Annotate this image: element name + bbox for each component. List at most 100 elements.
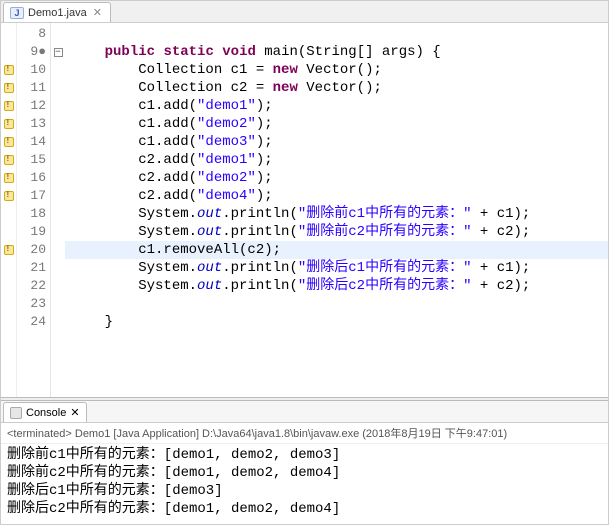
warning-icon[interactable] — [4, 137, 14, 147]
editor-tab-label: Demo1.java — [28, 7, 87, 19]
line-number: 22 — [17, 277, 50, 295]
code-line[interactable] — [65, 25, 608, 43]
line-number: 17 — [17, 187, 50, 205]
editor-tab-bar: J Demo1.java ✕ — [1, 1, 608, 23]
code-editor[interactable]: 89●101112131415161718192021222324 − publ… — [1, 23, 608, 397]
console-output[interactable]: 删除前c1中所有的元素：[demo1, demo2, demo3]删除前c2中所… — [1, 444, 608, 524]
code-line[interactable]: Collection c2 = new Vector(); — [65, 79, 608, 97]
console-process-info: <terminated> Demo1 [Java Application] D:… — [1, 423, 608, 444]
warning-icon[interactable] — [4, 83, 14, 93]
console-tab-label: Console — [26, 407, 66, 419]
console-line: 删除后c1中所有的元素：[demo3] — [7, 482, 602, 500]
fold-slot — [51, 169, 65, 187]
console-line: 删除前c1中所有的元素：[demo1, demo2, demo3] — [7, 446, 602, 464]
console-panel: Console ✕ <terminated> Demo1 [Java Appli… — [1, 401, 608, 524]
code-line[interactable]: System.out.println("删除后c2中所有的元素：" + c2); — [65, 277, 608, 295]
line-number: 23 — [17, 295, 50, 313]
marker-slot — [1, 97, 16, 115]
fold-slot — [51, 205, 65, 223]
code-line[interactable]: c2.add("demo4"); — [65, 187, 608, 205]
console-tab[interactable]: Console ✕ — [3, 402, 87, 422]
close-icon[interactable]: ✕ — [91, 6, 104, 19]
console-line: 删除前c2中所有的元素：[demo1, demo2, demo4] — [7, 464, 602, 482]
warning-icon[interactable] — [4, 65, 14, 75]
marker-slot — [1, 25, 16, 43]
marker-slot — [1, 151, 16, 169]
code-line[interactable]: System.out.println("删除前c1中所有的元素：" + c1); — [65, 205, 608, 223]
marker-slot — [1, 259, 16, 277]
fold-slot — [51, 187, 65, 205]
line-number: 20 — [17, 241, 50, 259]
fold-slot — [51, 223, 65, 241]
fold-slot — [51, 313, 65, 331]
editor-tab-demo1[interactable]: J Demo1.java ✕ — [3, 2, 111, 22]
code-line[interactable] — [65, 295, 608, 313]
code-line[interactable]: public static void main(String[] args) { — [65, 43, 608, 61]
line-number: 13 — [17, 115, 50, 133]
line-number: 15 — [17, 151, 50, 169]
line-number: 9● — [17, 43, 50, 61]
console-line: 删除后c2中所有的元素：[demo1, demo2, demo4] — [7, 500, 602, 518]
marker-slot — [1, 277, 16, 295]
marker-slot — [1, 79, 16, 97]
code-line[interactable]: c1.removeAll(c2); — [65, 241, 608, 259]
line-number: 14 — [17, 133, 50, 151]
line-number: 8 — [17, 25, 50, 43]
console-tab-bar: Console ✕ — [1, 401, 608, 423]
fold-slot — [51, 151, 65, 169]
fold-slot — [51, 259, 65, 277]
marker-slot — [1, 133, 16, 151]
marker-slot — [1, 187, 16, 205]
fold-slot — [51, 79, 65, 97]
code-line[interactable]: c2.add("demo2"); — [65, 169, 608, 187]
fold-slot — [51, 133, 65, 151]
warning-icon[interactable] — [4, 119, 14, 129]
code-line[interactable]: c1.add("demo2"); — [65, 115, 608, 133]
line-number: 16 — [17, 169, 50, 187]
code-area[interactable]: public static void main(String[] args) {… — [65, 23, 608, 397]
marker-slot — [1, 115, 16, 133]
fold-slot — [51, 97, 65, 115]
marker-slot — [1, 223, 16, 241]
marker-slot — [1, 313, 16, 331]
line-number: 21 — [17, 259, 50, 277]
code-line[interactable]: c2.add("demo1"); — [65, 151, 608, 169]
marker-slot — [1, 169, 16, 187]
line-number: 11 — [17, 79, 50, 97]
fold-slot — [51, 277, 65, 295]
fold-slot — [51, 61, 65, 79]
code-line[interactable]: System.out.println("删除前c2中所有的元素：" + c2); — [65, 223, 608, 241]
warning-icon[interactable] — [4, 155, 14, 165]
marker-slot — [1, 241, 16, 259]
close-icon[interactable]: ✕ — [70, 406, 79, 419]
fold-toggle-icon[interactable]: − — [54, 48, 63, 57]
line-number-gutter: 89●101112131415161718192021222324 — [17, 23, 51, 397]
line-number: 18 — [17, 205, 50, 223]
warning-icon[interactable] — [4, 245, 14, 255]
fold-slot — [51, 295, 65, 313]
warning-icon[interactable] — [4, 191, 14, 201]
fold-slot — [51, 115, 65, 133]
line-number: 12 — [17, 97, 50, 115]
fold-slot — [51, 241, 65, 259]
marker-slot — [1, 205, 16, 223]
marker-slot — [1, 295, 16, 313]
warning-icon[interactable] — [4, 173, 14, 183]
fold-slot: − — [51, 43, 65, 61]
fold-slot — [51, 25, 65, 43]
line-number: 19 — [17, 223, 50, 241]
marker-column — [1, 23, 17, 397]
console-icon — [10, 407, 22, 419]
warning-icon[interactable] — [4, 101, 14, 111]
code-line[interactable]: c1.add("demo3"); — [65, 133, 608, 151]
java-file-icon: J — [10, 7, 24, 19]
fold-column: − — [51, 23, 65, 397]
marker-slot — [1, 61, 16, 79]
code-line[interactable]: c1.add("demo1"); — [65, 97, 608, 115]
line-number: 24 — [17, 313, 50, 331]
line-number: 10 — [17, 61, 50, 79]
marker-slot — [1, 43, 16, 61]
code-line[interactable]: Collection c1 = new Vector(); — [65, 61, 608, 79]
code-line[interactable]: } — [65, 313, 608, 331]
code-line[interactable]: System.out.println("删除后c1中所有的元素：" + c1); — [65, 259, 608, 277]
